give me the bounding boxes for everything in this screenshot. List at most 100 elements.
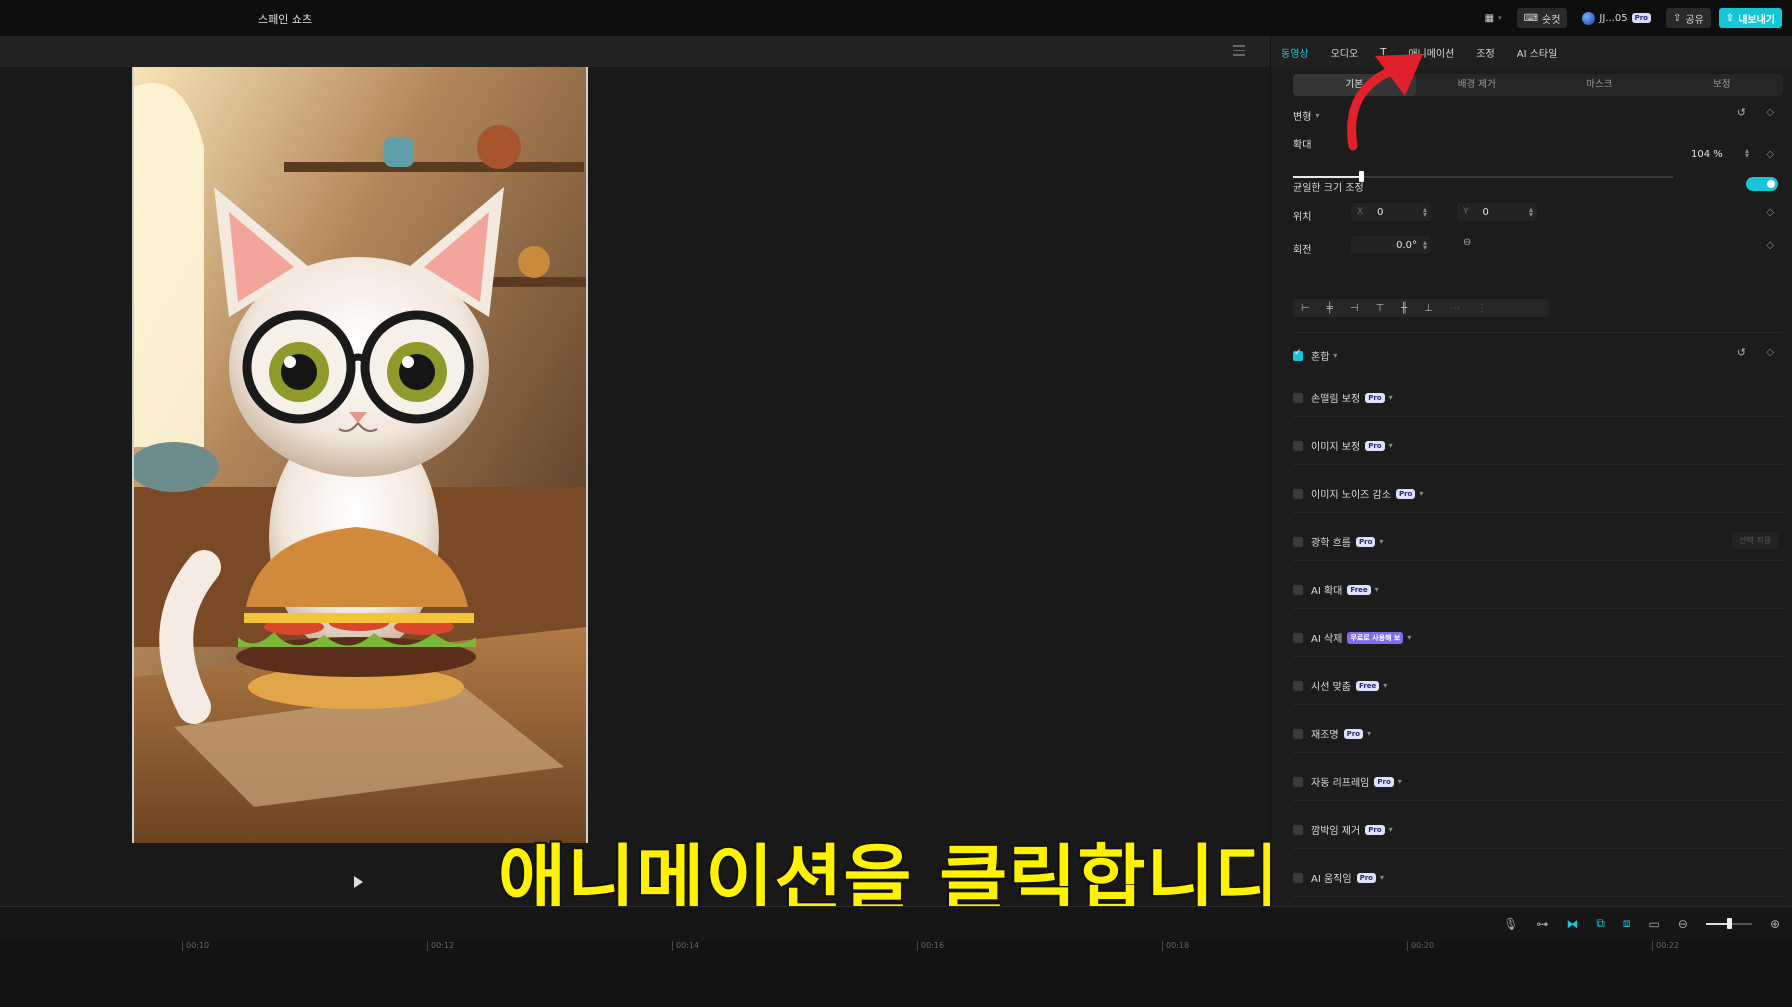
feature-checkbox[interactable]	[1293, 680, 1303, 691]
optical-flow-apply-button[interactable]: 선택 적용	[1732, 532, 1778, 549]
align-left-icon[interactable]: ⊢	[1301, 303, 1310, 314]
layout-button[interactable]: ▦ ▾	[1478, 8, 1509, 28]
snap-icon[interactable]: ⧉	[1596, 916, 1605, 931]
project-title: 스페인 쇼츠	[258, 13, 313, 26]
divider	[1293, 608, 1783, 609]
divider	[1293, 416, 1783, 417]
scale-slider[interactable]	[1293, 171, 1673, 182]
feature-badge: 무료로 사용해 보	[1347, 631, 1404, 644]
feature-row[interactable]: AI 삭제 무료로 사용해 보 ▾	[1293, 630, 1411, 645]
video-preview[interactable]	[132, 67, 588, 843]
feature-row[interactable]: 손떨림 보정 Pro ▾	[1293, 390, 1393, 405]
rotate-dial-icon[interactable]: ⊖	[1463, 237, 1471, 248]
blend-row[interactable]: 혼합 ▾	[1293, 348, 1337, 363]
tab-video[interactable]: 동영상	[1281, 45, 1309, 60]
feature-checkbox[interactable]	[1293, 488, 1303, 499]
feature-row[interactable]: AI 확대 Free ▾	[1293, 582, 1379, 597]
keyframe-icon[interactable]: ◇	[1766, 240, 1774, 251]
timeline-tick-label: 00:20	[1407, 941, 1434, 951]
play-icon[interactable]	[354, 876, 363, 888]
feature-badge: Pro	[1365, 440, 1385, 451]
zoom-out-icon[interactable]: ⊖	[1678, 917, 1688, 931]
feature-checkbox[interactable]	[1293, 824, 1303, 835]
feature-badge: Pro	[1355, 536, 1376, 547]
chevron-down-icon: ▾	[1367, 729, 1372, 738]
feature-row[interactable]: 이미지 노이즈 감소 Pro ▾	[1293, 486, 1423, 501]
feature-label: 이미지 보정	[1311, 442, 1361, 453]
align-bottom-icon[interactable]: ⊥	[1424, 303, 1433, 314]
subtab-mask[interactable]: 마스크	[1538, 74, 1661, 96]
timeline-tick-label: 00:10	[182, 941, 209, 951]
chevron-down-icon: ▾	[1388, 441, 1393, 450]
user-account-button[interactable]: JJ...05 Pro	[1575, 8, 1658, 28]
feature-row[interactable]: 시선 맞춤 Free ▾	[1293, 678, 1387, 693]
reset-icon[interactable]: ↺	[1737, 346, 1746, 359]
timeline-ruler[interactable]: 00:10 00:12 00:14 00:16 00:18 00:20 00:22	[0, 941, 1792, 1007]
feature-row[interactable]: 이미지 보정 Pro ▾	[1293, 438, 1393, 453]
position-x-field[interactable]: X 0	[1351, 203, 1431, 221]
chevron-down-icon: ▾	[1383, 681, 1388, 690]
position-label: 위치	[1293, 212, 1312, 223]
share-icon: ⇪	[1673, 12, 1682, 24]
blend-checkbox[interactable]	[1293, 348, 1303, 361]
rotation-field[interactable]: 0.0°	[1351, 236, 1431, 254]
feature-checkbox[interactable]	[1293, 392, 1303, 403]
scale-stepper-icon[interactable]: ▴ ▾	[1745, 147, 1749, 160]
chevron-down-icon: ▾	[1407, 633, 1412, 642]
microphone-icon[interactable]: 🎙	[1503, 917, 1518, 931]
feature-row[interactable]: AI 움직임 Pro ▾	[1293, 870, 1384, 885]
keyframe-icon[interactable]: ◇	[1766, 107, 1774, 118]
reset-icon[interactable]: ↺	[1737, 106, 1746, 119]
align-middle-v-icon[interactable]: ╫	[1401, 303, 1407, 314]
feature-label: AI 움직임	[1311, 874, 1352, 885]
timeline-tick-label: 00:18	[1162, 941, 1189, 951]
distribute-v-icon[interactable]: ⋮	[1477, 303, 1487, 314]
user-name: JJ...05	[1599, 12, 1628, 24]
x-stepper-icon[interactable]: ▴ ▾	[1423, 206, 1427, 219]
shortcut-button[interactable]: ⌨ 숏컷	[1516, 8, 1568, 28]
export-button[interactable]: ⇧ 내보내기	[1718, 8, 1782, 28]
distribute-h-icon[interactable]: ⋯	[1450, 303, 1460, 314]
scale-value[interactable]: 104 %	[1691, 149, 1723, 160]
feature-checkbox[interactable]	[1293, 728, 1303, 739]
timeline-toolbar: 🎙 ⊶ ⧓ ⧉ ⧈ ▭ ⊖ ⊕	[0, 906, 1792, 941]
uniform-scale-toggle[interactable]	[1746, 177, 1778, 191]
preview-axis-icon[interactable]: ▭	[1649, 917, 1660, 931]
rotation-stepper-icon[interactable]: ▴ ▾	[1423, 239, 1427, 252]
keyframe-icon[interactable]: ◇	[1766, 347, 1774, 358]
feature-checkbox[interactable]	[1293, 584, 1303, 595]
align-top-icon[interactable]: ⊤	[1375, 303, 1384, 314]
keyframe-icon[interactable]: ◇	[1766, 207, 1774, 218]
keyframe-icon[interactable]: ◇	[1766, 149, 1774, 160]
timeline-zoom-slider[interactable]	[1705, 917, 1752, 929]
feature-checkbox[interactable]	[1293, 776, 1303, 787]
menu-icon[interactable]	[1233, 45, 1245, 57]
feature-checkbox[interactable]	[1293, 632, 1303, 643]
align-center-h-icon[interactable]: ╪	[1327, 303, 1333, 314]
x-value: 0	[1377, 206, 1384, 218]
subtab-retouch[interactable]: 보정	[1661, 74, 1784, 96]
feature-checkbox[interactable]	[1293, 872, 1303, 883]
linkage-icon[interactable]: ⧈	[1623, 916, 1631, 931]
feature-row[interactable]: 광학 흐름 Pro ▾	[1293, 534, 1383, 549]
feature-label: 시선 맞춤	[1311, 682, 1351, 693]
zoom-slider-handle[interactable]	[1726, 917, 1732, 929]
feature-row[interactable]: 깜박임 제거 Pro ▾	[1293, 822, 1393, 837]
feature-row[interactable]: 자동 리프레임 Pro ▾	[1293, 774, 1402, 789]
link-clips-icon[interactable]: ⊶	[1536, 917, 1548, 931]
feature-label: AI 확대	[1311, 586, 1343, 597]
feature-badge: Free	[1355, 680, 1380, 691]
y-stepper-icon[interactable]: ▴ ▾	[1529, 206, 1533, 219]
feature-row[interactable]: 재조명 Pro ▾	[1293, 726, 1371, 741]
tab-adjust[interactable]: 조정	[1476, 45, 1494, 60]
share-button[interactable]: ⇪ 공유	[1666, 8, 1711, 28]
align-right-icon[interactable]: ⊣	[1350, 303, 1359, 314]
feature-checkbox[interactable]	[1293, 440, 1303, 451]
magnet-icon[interactable]: ⧓	[1566, 917, 1578, 931]
tab-ai-style[interactable]: AI 스타일	[1517, 45, 1558, 60]
feature-checkbox[interactable]	[1293, 536, 1303, 547]
scale-label: 확대	[1293, 140, 1312, 151]
transform-section-header[interactable]: 변형 ▾	[1293, 108, 1319, 123]
position-y-field[interactable]: Y 0	[1457, 203, 1537, 221]
zoom-in-icon[interactable]: ⊕	[1770, 917, 1780, 931]
